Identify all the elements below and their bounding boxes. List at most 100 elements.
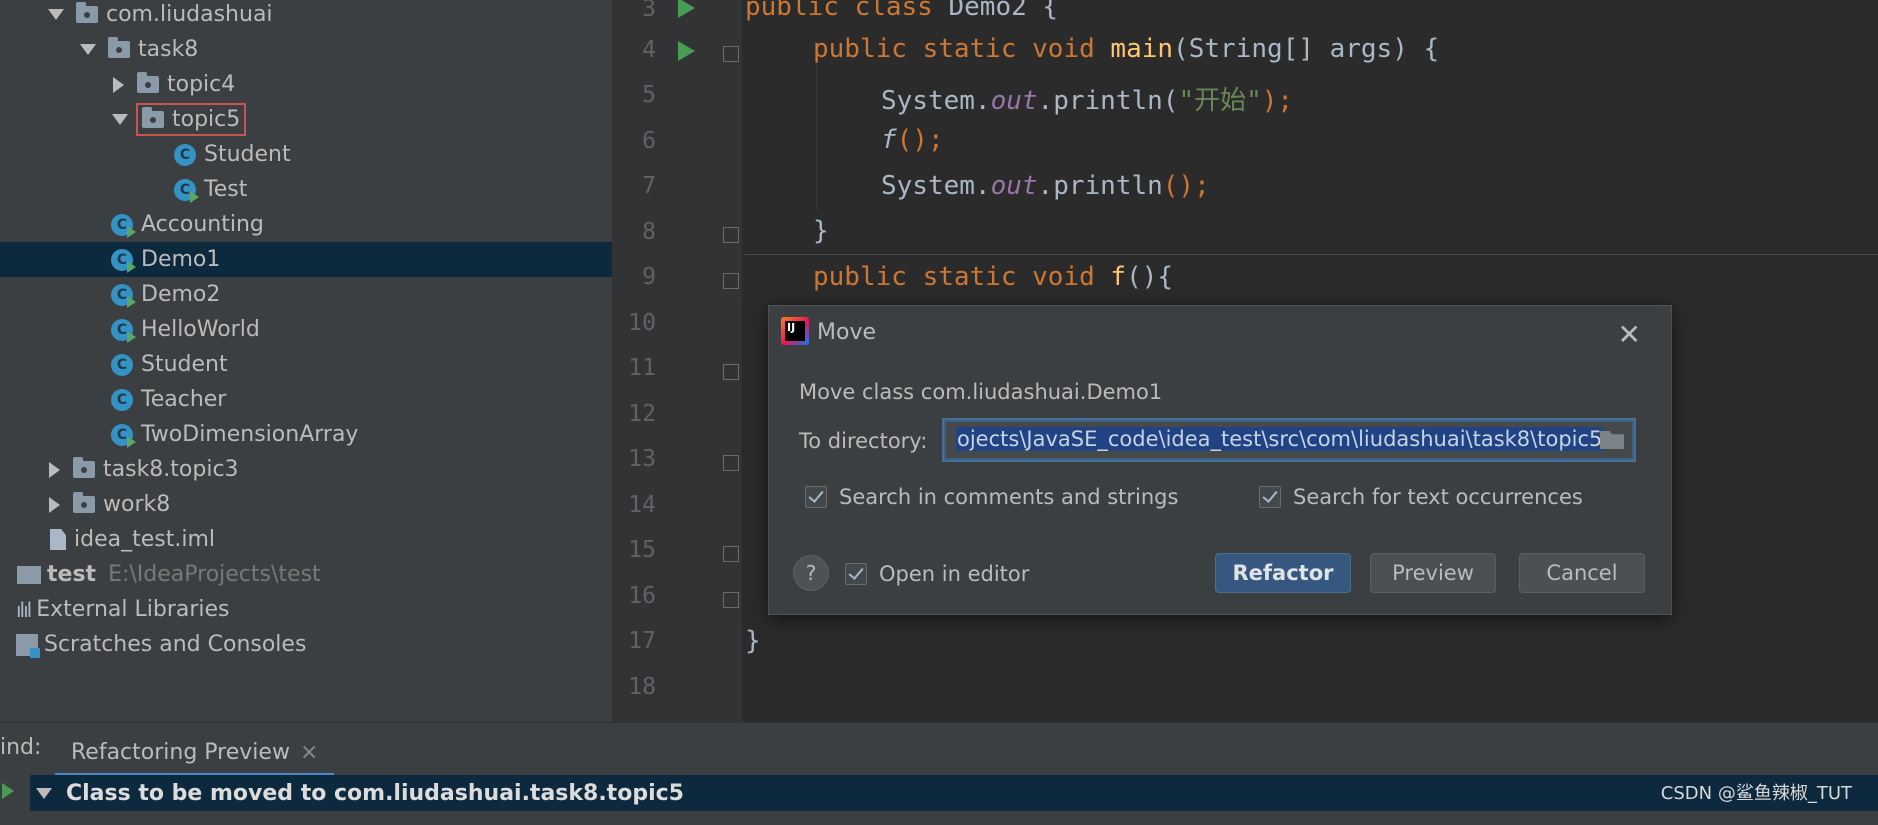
package-folder-icon xyxy=(76,2,98,23)
tree-label: Scratches and Consoles xyxy=(44,632,307,657)
fold-marker-icon[interactable] xyxy=(723,273,739,289)
tree-label: Student xyxy=(204,142,291,167)
run-gutter-icon[interactable] xyxy=(678,41,695,61)
scratches-icon xyxy=(16,633,40,658)
tree-label: Accounting xyxy=(141,212,264,237)
tree-node-scratches[interactable]: Scratches and Consoles xyxy=(16,627,612,662)
collapse-arrow-icon[interactable] xyxy=(36,787,52,799)
line-number: 9 xyxy=(642,264,656,290)
code-line-7: System.out.println(); xyxy=(881,171,1210,201)
close-icon[interactable]: ✕ xyxy=(1618,318,1641,351)
fold-marker-icon[interactable] xyxy=(723,364,739,380)
fold-marker-icon[interactable] xyxy=(723,46,739,62)
line-number: 4 xyxy=(642,37,656,63)
dialog-title: Move xyxy=(817,320,876,345)
package-folder-icon xyxy=(137,72,159,93)
search-text-label[interactable]: Search for text occurrences xyxy=(1293,485,1583,509)
tree-node-com-liudashuai[interactable]: com.liudashuai xyxy=(48,0,612,32)
tree-node-task8-topic3[interactable]: task8.topic3 xyxy=(46,452,612,487)
search-comments-checkbox[interactable] xyxy=(805,486,827,508)
tree-label: Demo1 xyxy=(141,247,221,272)
tree-label: topic5 xyxy=(172,107,241,132)
tree-label: task8 xyxy=(138,37,199,62)
tree-node-task8[interactable]: task8 xyxy=(80,32,612,67)
tree-label: HelloWorld xyxy=(141,317,260,342)
runnable-class-icon: C xyxy=(111,423,136,448)
tree-label: work8 xyxy=(103,492,171,517)
tree-node-student[interactable]: C Student xyxy=(174,137,612,172)
package-folder-icon xyxy=(108,37,130,58)
tree-label: topic4 xyxy=(167,72,236,97)
tree-node-test-module[interactable]: test E:\IdeaProjects\test xyxy=(17,557,612,592)
fold-marker-icon[interactable] xyxy=(723,592,739,608)
tree-node-helloworld[interactable]: C HelloWorld xyxy=(111,312,612,347)
fold-marker-icon[interactable] xyxy=(723,546,739,562)
indent-guide xyxy=(816,60,817,210)
browse-folder-icon[interactable] xyxy=(1600,431,1624,449)
find-tool-window: ind: Refactoring Preview × Class to be m… xyxy=(0,722,1878,825)
run-gutter-icon[interactable] xyxy=(678,0,695,18)
expand-arrow-icon[interactable] xyxy=(49,496,60,513)
line-number: 6 xyxy=(642,128,656,154)
fold-marker-icon[interactable] xyxy=(723,227,739,243)
line-number: 5 xyxy=(642,82,656,108)
library-icon: ılıl xyxy=(16,597,32,622)
runnable-class-icon: C xyxy=(111,213,136,238)
open-in-editor-label[interactable]: Open in editor xyxy=(879,562,1029,586)
expand-arrow-icon[interactable] xyxy=(113,76,124,93)
tree-node-test[interactable]: C Test xyxy=(174,172,612,207)
tree-node-demo1[interactable]: C Demo1 xyxy=(0,242,612,277)
tree-label: Test xyxy=(204,177,248,202)
tree-node-idea-test-iml[interactable]: idea_test.iml xyxy=(50,522,612,557)
code-line-4: public static void main(String[] args) { xyxy=(813,34,1440,64)
tree-label: com.liudashuai xyxy=(106,2,273,27)
tool-window-tabs: ind: Refactoring Preview × xyxy=(0,723,1878,777)
directory-value[interactable]: ojects\JavaSE_code\idea_test\src\com\liu… xyxy=(956,427,1604,451)
fold-marker-icon[interactable] xyxy=(723,455,739,471)
package-folder-icon xyxy=(142,107,164,128)
help-button[interactable]: ? xyxy=(793,555,829,591)
tree-node-teacher[interactable]: C Teacher xyxy=(111,382,612,417)
expand-arrow-icon[interactable] xyxy=(49,461,60,478)
tree-node-topic4[interactable]: topic4 xyxy=(110,67,612,102)
line-number: 14 xyxy=(628,492,656,518)
result-label: Class to be moved to com.liudashuai.task… xyxy=(66,780,684,806)
open-in-editor-checkbox[interactable] xyxy=(845,563,867,585)
code-line-9: public static void f(){ xyxy=(813,262,1174,292)
collapse-arrow-icon[interactable] xyxy=(112,114,128,125)
result-root-row[interactable]: Class to be moved to com.liudashuai.task… xyxy=(30,775,1878,811)
line-number: 3 xyxy=(642,0,656,22)
refactor-button[interactable]: Refactor xyxy=(1215,553,1351,593)
class-icon: C xyxy=(111,353,133,376)
tree-label: idea_test.iml xyxy=(74,527,215,552)
tab-refactoring-preview[interactable]: Refactoring Preview × xyxy=(55,731,335,777)
cancel-button[interactable]: Cancel xyxy=(1519,553,1645,593)
tree-node-accounting[interactable]: C Accounting xyxy=(111,207,612,242)
method-separator xyxy=(745,254,1878,255)
line-number: 16 xyxy=(628,583,656,609)
code-line-17: } xyxy=(745,626,761,656)
to-directory-input[interactable]: ojects\JavaSE_code\idea_test\src\com\liu… xyxy=(944,420,1634,460)
code-line-8: } xyxy=(813,216,829,246)
runnable-class-icon: C xyxy=(111,318,136,343)
line-number: 8 xyxy=(642,219,656,245)
collapse-arrow-icon[interactable] xyxy=(80,44,96,55)
preview-button[interactable]: Preview xyxy=(1370,553,1496,593)
tree-node-student-2[interactable]: C Student xyxy=(111,347,612,382)
tree-node-topic5[interactable]: topic5 xyxy=(112,102,612,137)
rerun-icon[interactable] xyxy=(2,783,14,799)
close-tab-icon[interactable]: × xyxy=(300,740,318,765)
tree-node-external-libraries[interactable]: ılıl External Libraries xyxy=(16,592,612,627)
search-comments-label[interactable]: Search in comments and strings xyxy=(839,485,1178,509)
intellij-logo-icon xyxy=(781,317,809,345)
iml-file-icon xyxy=(50,529,66,550)
tree-node-twodimensionarray[interactable]: C TwoDimensionArray xyxy=(111,417,612,452)
line-number: 12 xyxy=(628,401,656,427)
collapse-arrow-icon[interactable] xyxy=(48,9,64,20)
tree-label: Student xyxy=(141,352,228,377)
tree-node-demo2[interactable]: C Demo2 xyxy=(111,277,612,312)
package-folder-icon xyxy=(73,457,95,478)
search-text-checkbox[interactable] xyxy=(1259,486,1281,508)
tree-label: Demo2 xyxy=(141,282,221,307)
tree-node-work8[interactable]: work8 xyxy=(46,487,612,522)
